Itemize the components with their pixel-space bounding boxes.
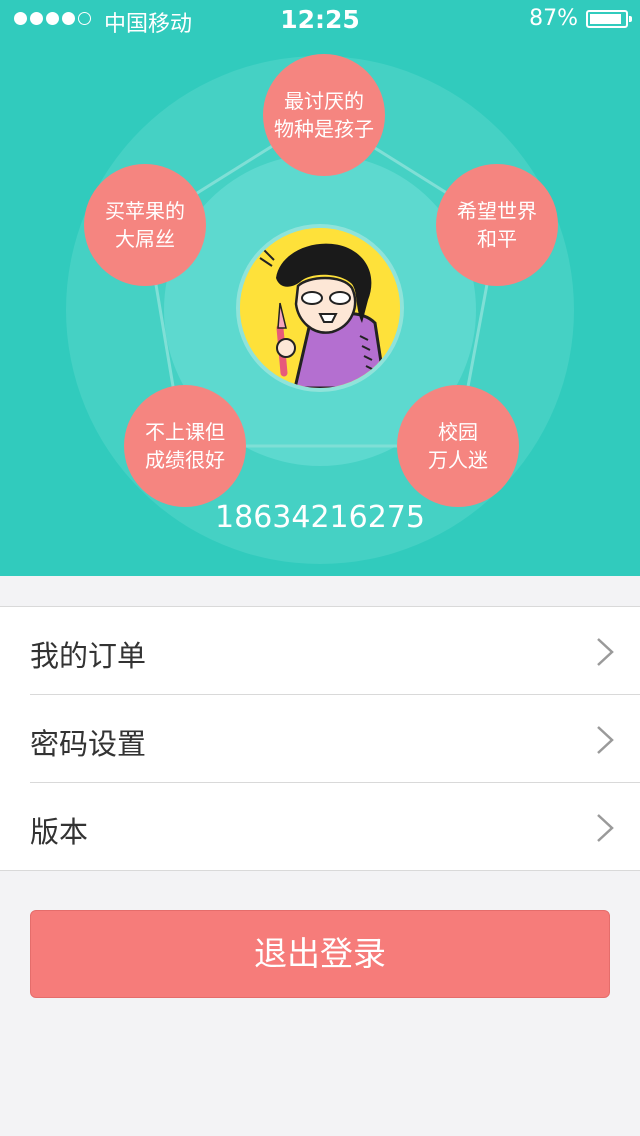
tag-line: 和平 [477, 227, 517, 251]
menu-item-my-orders[interactable]: 我的订单 [30, 607, 640, 695]
chevron-right-icon [597, 726, 614, 754]
tag-bubble[interactable]: 校园 万人迷 [397, 385, 519, 507]
tag-line: 大屌丝 [115, 227, 175, 251]
tag-line: 买苹果的 [105, 199, 185, 223]
tag-bubble[interactable]: 希望世界 和平 [436, 164, 558, 286]
tag-line: 校园 [438, 420, 478, 444]
tag-bubble[interactable]: 不上课但 成绩很好 [124, 385, 246, 507]
avatar[interactable] [236, 224, 404, 392]
menu-item-label: 我的订单 [30, 639, 147, 673]
tag-line: 最讨厌的 [284, 89, 364, 113]
tag-line: 万人迷 [428, 448, 488, 472]
phone-number: 18634216275 [215, 500, 425, 535]
chevron-right-icon [597, 814, 614, 842]
menu-item-password-settings[interactable]: 密码设置 [30, 695, 640, 783]
battery-icon [586, 10, 632, 28]
logout-button[interactable]: 退出登录 [30, 910, 610, 998]
tag-line: 成绩很好 [145, 448, 225, 472]
tag-line: 物种是孩子 [274, 117, 374, 141]
battery-percentage: 87% [529, 6, 578, 31]
menu-item-label: 版本 [30, 815, 89, 849]
profile-header: 中国移动 12:25 87% 最讨厌的 物种是孩子 买苹果的 大屌丝 希望世界 … [0, 0, 640, 576]
status-bar: 中国移动 12:25 87% [0, 0, 640, 40]
tag-bubble[interactable]: 买苹果的 大屌丝 [84, 164, 206, 286]
cartoon-girl-avatar-icon [240, 228, 400, 388]
menu-item-label: 密码设置 [30, 727, 147, 761]
tag-line: 希望世界 [457, 199, 537, 223]
menu-item-version[interactable]: 版本 [30, 783, 640, 870]
tag-bubble[interactable]: 最讨厌的 物种是孩子 [263, 54, 385, 176]
tag-line: 不上课但 [145, 420, 225, 444]
chevron-right-icon [597, 638, 614, 666]
settings-menu: 我的订单 密码设置 版本 [0, 606, 640, 871]
